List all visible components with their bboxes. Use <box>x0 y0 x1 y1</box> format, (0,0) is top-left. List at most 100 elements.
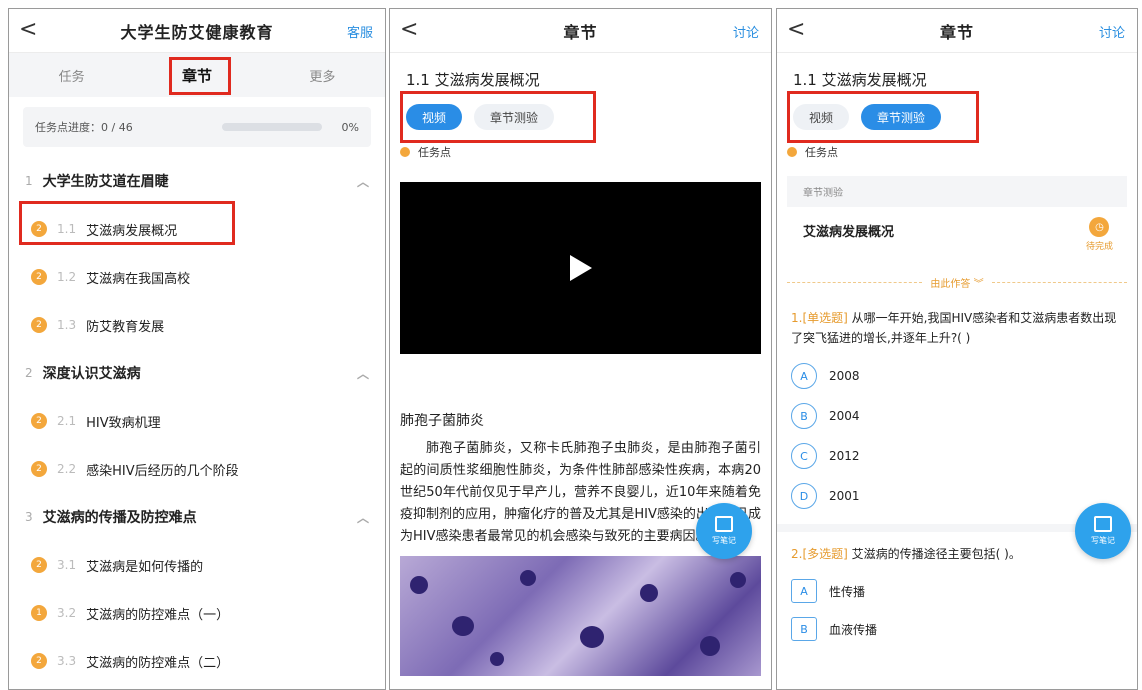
task-point-label: 任务点 <box>418 146 451 159</box>
header: < 大学生防艾健康教育 客服 <box>9 9 385 53</box>
lesson-item[interactable]: 2 2.1 HIV致病机理 <box>9 397 385 445</box>
chevron-up-icon[interactable]: ︿ <box>357 365 369 382</box>
edit-icon <box>715 516 733 532</box>
answer-option[interactable]: A 2008 <box>777 356 1137 396</box>
progress-bar <box>221 123 322 131</box>
tab-chapter-quiz[interactable]: 章节测验 <box>474 104 555 130</box>
chapter-quiz-screen: < 章节 讨论 1.1 艾滋病发展概况 视频 章节测验 任务点 章节测验 艾滋病… <box>776 8 1138 690</box>
lesson-item[interactable]: 2 3.3 艾滋病的防控难点（二） <box>9 637 385 685</box>
option-text: 2001 <box>829 489 860 503</box>
chapter-title: 1.1 艾滋病发展概况 <box>406 71 540 89</box>
task-badge: 2 <box>31 557 47 573</box>
question-type: 1.[单选题] <box>791 311 848 325</box>
lesson-title: 防艾教育发展 <box>86 319 165 335</box>
lesson-number: 3.1 <box>57 558 77 572</box>
question-type: 2.[多选题] <box>791 547 848 561</box>
question-1-options: A 2008 B 2004 C 2012 D 2001 <box>777 356 1137 516</box>
option-key[interactable]: C <box>791 443 817 469</box>
section-title: 艾滋病的传播及防控难点 <box>42 510 197 526</box>
lesson-number: 1.3 <box>57 318 77 332</box>
clock-icon: ◷ <box>1089 217 1110 237</box>
tab-chapters[interactable]: 章节 <box>134 65 259 86</box>
discussion-link[interactable]: 讨论 <box>1099 22 1125 41</box>
discussion-link[interactable]: 讨论 <box>733 22 759 41</box>
lesson-title: 感染HIV后经历的几个阶段 <box>86 463 239 479</box>
section-header[interactable]: 2 深度认识艾滋病 ︿ <box>9 349 385 397</box>
section-number: 1 <box>25 174 33 188</box>
chapter-title: 1.1 艾滋病发展概况 <box>793 71 927 89</box>
tab-more[interactable]: 更多 <box>260 66 385 85</box>
tab-video[interactable]: 视频 <box>793 104 850 130</box>
tab-video[interactable]: 视频 <box>406 104 463 130</box>
answer-option[interactable]: A 性传播 <box>777 572 1137 610</box>
task-progress: 任务点进度：0 / 46 0% <box>23 107 371 147</box>
back-icon[interactable]: < <box>400 17 418 42</box>
back-icon[interactable]: < <box>19 17 37 42</box>
chevron-up-icon[interactable]: ︿ <box>357 509 369 526</box>
option-key[interactable]: D <box>791 483 817 509</box>
task-point-label: 任务点 <box>805 146 838 159</box>
lesson-title: 艾滋病发展概况 <box>86 223 178 239</box>
lesson-number: 2.2 <box>57 462 77 476</box>
section-header[interactable]: 3 艾滋病的传播及防控难点 ︿ <box>9 493 385 541</box>
option-text: 2004 <box>829 409 860 423</box>
option-text: 性传播 <box>829 584 866 599</box>
task-point: 任务点 <box>390 136 771 168</box>
lesson-title: 艾滋病的防控难点（二） <box>86 655 230 671</box>
content-tabs: 视频 章节测验 <box>390 98 771 136</box>
customer-service-link[interactable]: 客服 <box>347 22 373 41</box>
option-key[interactable]: A <box>791 579 817 603</box>
option-text: 2012 <box>829 449 860 463</box>
course-title: 大学生防艾健康教育 <box>120 22 274 42</box>
section-header[interactable]: 1 大学生防艾道在眉睫 ︿ <box>9 157 385 205</box>
lesson-item[interactable]: 2 1.2 艾滋病在我国高校 <box>9 253 385 301</box>
progress-percent: 0% <box>341 120 359 134</box>
question-2-options: A 性传播 B 血液传播 <box>777 572 1137 648</box>
option-key[interactable]: B <box>791 617 817 641</box>
lesson-item[interactable]: 2 3.1 艾滋病是如何传播的 <box>9 541 385 589</box>
task-badge: 2 <box>31 317 47 333</box>
edit-icon <box>1094 516 1112 532</box>
lesson-number: 3.2 <box>57 606 77 620</box>
lesson-number: 1.2 <box>57 270 77 284</box>
tab-tasks[interactable]: 任务 <box>9 66 134 85</box>
course-outline-screen: < 大学生防艾健康教育 客服 任务 章节 更多 任务点进度：0 / 46 0% … <box>8 8 386 690</box>
chevron-up-icon[interactable]: ︿ <box>357 173 369 190</box>
lesson-title: 艾滋病的防控难点（一） <box>86 607 230 623</box>
tab-chapter-quiz[interactable]: 章节测验 <box>861 104 942 130</box>
play-icon[interactable] <box>569 255 592 281</box>
page-title: 章节 <box>563 22 598 42</box>
answer-option[interactable]: B 2004 <box>777 396 1137 436</box>
lesson-item[interactable]: 2 1.3 防艾教育发展 <box>9 301 385 349</box>
section-number: 3 <box>25 510 33 524</box>
write-note-label: 写笔记 <box>1091 536 1115 545</box>
section-title: 大学生防艾道在眉睫 <box>42 174 169 190</box>
divider-label: 由此作答 ︾ <box>930 279 984 290</box>
chapter-video-screen: < 章节 讨论 1.1 艾滋病发展概况 视频 章节测验 任务点 肺孢子菌肺炎 肺… <box>389 8 772 690</box>
write-note-button[interactable]: 写笔记 <box>696 503 752 559</box>
option-key[interactable]: A <box>791 363 817 389</box>
write-note-button[interactable]: 写笔记 <box>1075 503 1131 559</box>
option-key[interactable]: B <box>791 403 817 429</box>
lesson-item[interactable]: 1 3.2 艾滋病的防控难点（一） <box>9 589 385 637</box>
task-point: 任务点 <box>777 136 1137 168</box>
lesson-item[interactable]: 2 2.2 感染HIV后经历的几个阶段 <box>9 445 385 493</box>
section-number: 2 <box>25 366 33 380</box>
quiz-status: ◷ 待完成 <box>1086 217 1113 252</box>
answer-option[interactable]: B 血液传播 <box>777 610 1137 648</box>
lesson-number: 2.1 <box>57 414 77 428</box>
lesson-item[interactable]: 2 1.1 艾滋病发展概况 <box>9 205 385 253</box>
header: < 章节 讨论 <box>390 9 771 53</box>
lesson-title: 艾滋病在我国高校 <box>86 271 191 287</box>
answer-option[interactable]: C 2012 <box>777 436 1137 476</box>
quiz-title: 艾滋病发展概况 <box>803 225 895 240</box>
micrograph-image <box>400 556 761 676</box>
quiz-card[interactable]: 艾滋病发展概况 ◷ 待完成 <box>787 207 1127 261</box>
task-badge: 2 <box>31 413 47 429</box>
quiz-section: 章节测验 艾滋病发展概况 ◷ 待完成 <box>787 176 1127 261</box>
video-player[interactable] <box>400 182 761 354</box>
option-text: 血液传播 <box>829 622 878 637</box>
back-icon[interactable]: < <box>787 17 805 42</box>
lesson-title: 艾滋病是如何传播的 <box>86 559 204 575</box>
progress-label: 任务点进度：0 / 46 <box>35 121 133 134</box>
